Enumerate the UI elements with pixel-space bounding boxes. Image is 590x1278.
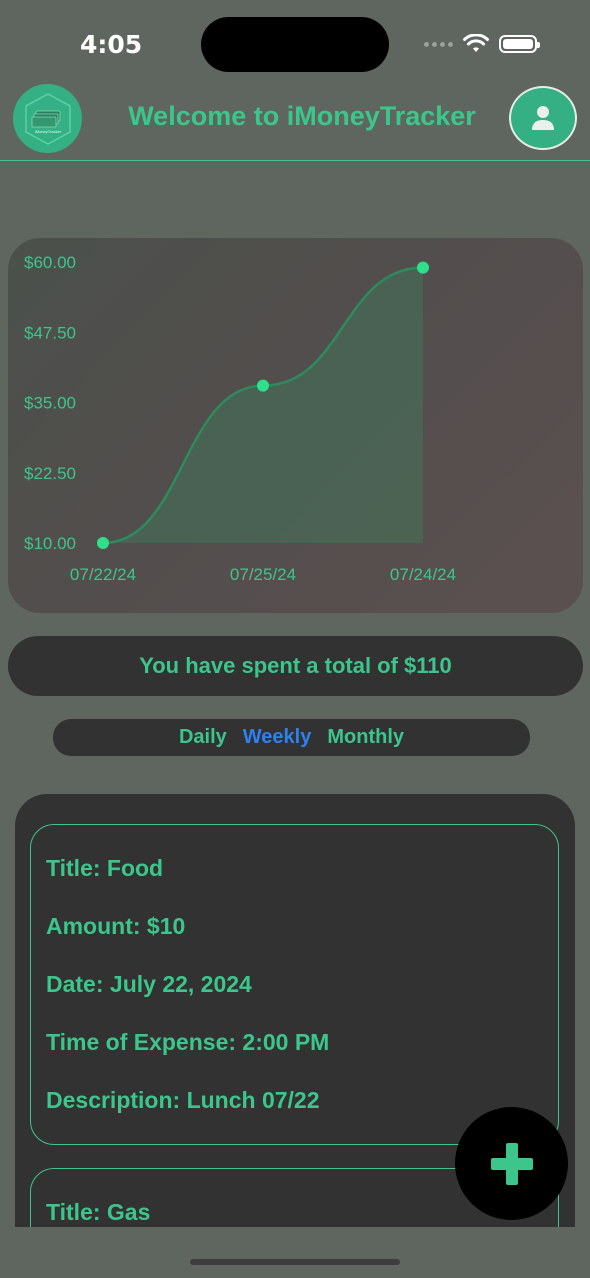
total-spent-text: You have spent a total of $110 [139,653,452,678]
y-tick-label: $47.50 [24,323,76,342]
chart-area-fill [103,267,423,543]
spending-chart: $60.00 $47.50 $35.00 $22.50 $10.00 07/22/24 07… [24,253,456,584]
period-option-weekly[interactable]: Weekly [243,726,312,749]
plus-icon [490,1142,533,1185]
status-indicators [424,34,540,54]
x-tick-label: 07/25/24 [230,565,296,584]
chart-data-point[interactable] [97,537,109,549]
y-tick-label: $60.00 [24,253,76,272]
period-option-monthly[interactable]: Monthly [327,726,404,749]
wifi-icon [463,34,489,52]
header-title: Welcome to iMoneyTracker [128,101,476,131]
expense-date: Date: July 22, 2024 [46,971,252,997]
bottom-area [0,1227,590,1278]
header-divider [0,160,590,161]
period-option-daily[interactable]: Daily [179,726,227,749]
y-tick-label: $35.00 [24,394,76,413]
y-tick-label: $10.00 [24,534,76,553]
expense-card[interactable]: Title: Food Amount: $10 Date: July 22, 2… [30,824,559,1145]
add-expense-button[interactable] [455,1107,568,1220]
expense-time: Time of Expense: 2:00 PM [46,1029,330,1055]
expense-amount: Amount: $10 [46,913,186,939]
cellular-signal-icon [424,41,453,47]
period-selector[interactable]: Daily Weekly Monthly [53,719,530,756]
dynamic-island [201,17,389,72]
home-indicator[interactable] [190,1259,400,1265]
total-spent-banner: You have spent a total of $110 [8,636,583,696]
chart-data-point[interactable] [257,379,269,392]
battery-icon [499,35,540,53]
x-tick-label: 07/24/24 [390,565,456,584]
chart-data-point[interactable] [417,261,429,274]
person-icon [532,106,554,130]
status-time: 4:05 [80,30,143,59]
spending-chart-card: $60.00 $47.50 $35.00 $22.50 $10.00 07/22/24 07… [8,238,583,613]
profile-button[interactable] [509,86,577,150]
expense-title: Title: Food [46,855,164,881]
y-tick-label: $22.50 [24,464,76,483]
x-tick-label: 07/22/24 [70,565,136,584]
